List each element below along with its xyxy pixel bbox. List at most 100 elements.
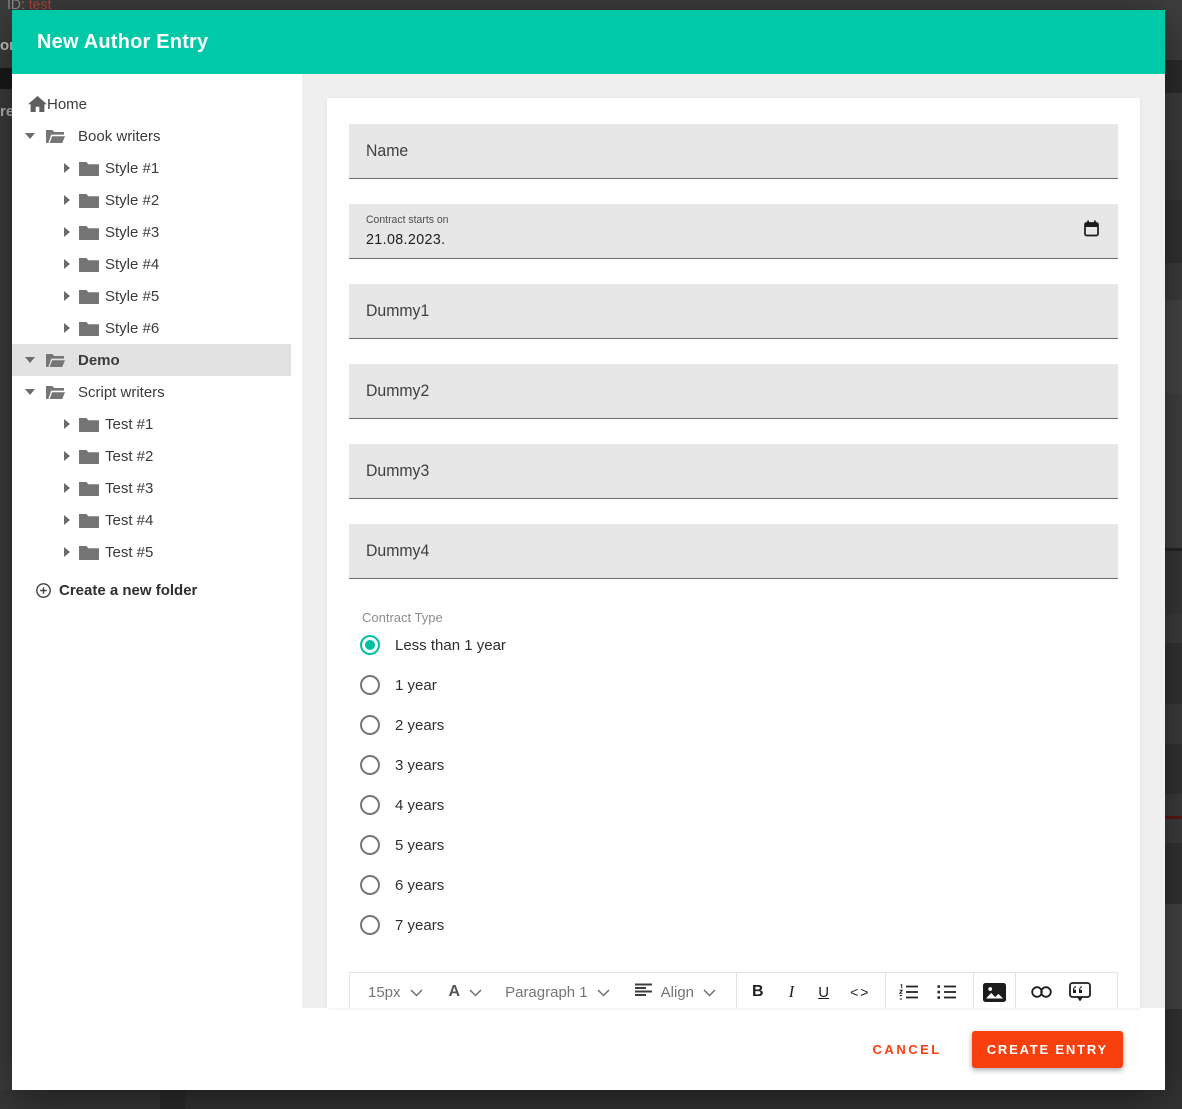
radio-option-7-years[interactable]: 7 years bbox=[349, 905, 1118, 945]
align-label: Align bbox=[661, 984, 694, 1001]
expand-toggle[interactable] bbox=[61, 227, 73, 237]
folder-closed-icon bbox=[79, 193, 99, 208]
radio-button-icon[interactable] bbox=[360, 675, 380, 695]
paragraph-style-dropdown[interactable]: Paragraph 1 bbox=[503, 984, 612, 1001]
folder-closed-icon bbox=[79, 161, 99, 176]
folder-closed-icon bbox=[79, 417, 99, 432]
caret-right-icon bbox=[64, 483, 70, 493]
dummy2-field[interactable]: Dummy2 bbox=[349, 364, 1118, 419]
insert-link-button[interactable] bbox=[1030, 986, 1053, 998]
radio-option-2-years[interactable]: 2 years bbox=[349, 705, 1118, 745]
contract-start-date-field[interactable]: Contract starts on 21.08.2023. bbox=[349, 204, 1118, 259]
font-size-dropdown[interactable]: 15px bbox=[366, 984, 425, 1001]
insert-image-button[interactable] bbox=[983, 983, 1006, 1002]
italic-button[interactable]: I bbox=[789, 982, 795, 1002]
radio-dot bbox=[365, 800, 375, 810]
dummy3-field[interactable]: Dummy3 bbox=[349, 444, 1118, 499]
tree-item-test-4[interactable]: Test #4 bbox=[12, 504, 302, 536]
caret-down-icon bbox=[25, 389, 35, 395]
tree-item-style-4[interactable]: Style #4 bbox=[12, 248, 302, 280]
expand-toggle[interactable] bbox=[61, 419, 73, 429]
tree-item-style-6[interactable]: Style #6 bbox=[12, 312, 302, 344]
folder-closed-icon bbox=[79, 449, 99, 464]
folder-closed-icon bbox=[79, 481, 99, 496]
bold-button[interactable]: B bbox=[752, 983, 764, 1001]
radio-dot bbox=[365, 880, 375, 890]
caret-right-icon bbox=[64, 451, 70, 461]
dummy1-field[interactable]: Dummy1 bbox=[349, 284, 1118, 339]
radio-button-icon[interactable] bbox=[360, 835, 380, 855]
expand-toggle[interactable] bbox=[61, 259, 73, 269]
tree-item-style-2[interactable]: Style #2 bbox=[12, 184, 302, 216]
ordered-list-button[interactable] bbox=[899, 984, 918, 1000]
home-icon bbox=[28, 96, 47, 112]
ordered-list-icon bbox=[899, 984, 918, 1000]
tree-item-test-5[interactable]: Test #5 bbox=[12, 536, 302, 568]
folder-closed-icon bbox=[79, 193, 99, 208]
blockquote-button[interactable] bbox=[1069, 982, 1091, 1002]
radio-button-icon[interactable] bbox=[360, 795, 380, 815]
tree-item-demo[interactable]: Demo bbox=[12, 344, 291, 376]
collapse-toggle[interactable] bbox=[24, 357, 36, 363]
create-entry-button[interactable]: CREATE ENTRY bbox=[972, 1031, 1123, 1068]
radio-button-icon[interactable] bbox=[360, 915, 380, 935]
tree-item-style-3[interactable]: Style #3 bbox=[12, 216, 302, 248]
folder-closed-icon bbox=[79, 545, 99, 560]
chevron-down-icon bbox=[703, 989, 716, 997]
tree-item-book-writers[interactable]: Book writers bbox=[12, 120, 302, 152]
contract-type-radio-group: Less than 1 year1 year2 years3 years4 ye… bbox=[349, 625, 1118, 945]
name-field[interactable]: Name bbox=[349, 124, 1118, 179]
caret-right-icon bbox=[64, 195, 70, 205]
collapse-toggle[interactable] bbox=[24, 389, 36, 395]
dummy4-field[interactable]: Dummy4 bbox=[349, 524, 1118, 579]
radio-button-icon[interactable] bbox=[360, 715, 380, 735]
tree-item-test-1[interactable]: Test #1 bbox=[12, 408, 302, 440]
underline-button[interactable]: U bbox=[818, 984, 829, 1001]
radio-dot bbox=[365, 720, 375, 730]
font-color-dropdown[interactable]: A bbox=[447, 983, 485, 1001]
toolbar-separator bbox=[1015, 973, 1016, 1008]
radio-option-6-years[interactable]: 6 years bbox=[349, 865, 1118, 905]
tree-item-home[interactable]: Home bbox=[12, 88, 302, 120]
tree-item-test-3[interactable]: Test #3 bbox=[12, 472, 302, 504]
expand-toggle[interactable] bbox=[61, 323, 73, 333]
radio-option-less-than-1-year[interactable]: Less than 1 year bbox=[349, 625, 1118, 665]
unordered-list-button[interactable] bbox=[937, 984, 956, 1000]
radio-button-icon[interactable] bbox=[360, 875, 380, 895]
expand-toggle[interactable] bbox=[61, 483, 73, 493]
radio-option-4-years[interactable]: 4 years bbox=[349, 785, 1118, 825]
code-button[interactable]: <> bbox=[850, 984, 870, 1000]
expand-toggle[interactable] bbox=[61, 291, 73, 301]
expand-toggle[interactable] bbox=[61, 515, 73, 525]
tree-item-style-1[interactable]: Style #1 bbox=[12, 152, 302, 184]
radio-button-icon[interactable] bbox=[360, 635, 380, 655]
tree-item-test-2[interactable]: Test #2 bbox=[12, 440, 302, 472]
folder-open-icon bbox=[45, 385, 65, 400]
unordered-list-icon bbox=[937, 984, 956, 1000]
cancel-button[interactable]: CANCEL bbox=[873, 1042, 942, 1057]
calendar-icon[interactable] bbox=[1084, 220, 1099, 242]
expand-toggle[interactable] bbox=[61, 451, 73, 461]
expand-toggle[interactable] bbox=[61, 163, 73, 173]
folder-closed-icon bbox=[79, 513, 99, 528]
dialog-title: New Author Entry bbox=[37, 31, 208, 54]
expand-toggle[interactable] bbox=[61, 547, 73, 557]
align-dropdown[interactable]: Align bbox=[633, 983, 718, 1001]
radio-dot bbox=[365, 760, 375, 770]
contract-start-date-value: 21.08.2023. bbox=[366, 231, 445, 248]
caret-right-icon bbox=[64, 419, 70, 429]
expand-toggle[interactable] bbox=[61, 195, 73, 205]
radio-option-5-years[interactable]: 5 years bbox=[349, 825, 1118, 865]
tree-item-label: Style #3 bbox=[105, 224, 159, 241]
tree-item-script-writers[interactable]: Script writers bbox=[12, 376, 302, 408]
radio-option-3-years[interactable]: 3 years bbox=[349, 745, 1118, 785]
tree-item-style-5[interactable]: Style #5 bbox=[12, 280, 302, 312]
dummy3-field-label: Dummy3 bbox=[366, 461, 429, 481]
radio-button-icon[interactable] bbox=[360, 755, 380, 775]
paragraph-style-value: Paragraph 1 bbox=[505, 984, 588, 1001]
folder-closed-icon bbox=[79, 449, 99, 464]
create-new-folder-button[interactable]: Create a new folder bbox=[12, 575, 302, 605]
radio-option-1-year[interactable]: 1 year bbox=[349, 665, 1118, 705]
collapse-toggle[interactable] bbox=[24, 133, 36, 139]
dummy1-field-label: Dummy1 bbox=[366, 301, 429, 321]
